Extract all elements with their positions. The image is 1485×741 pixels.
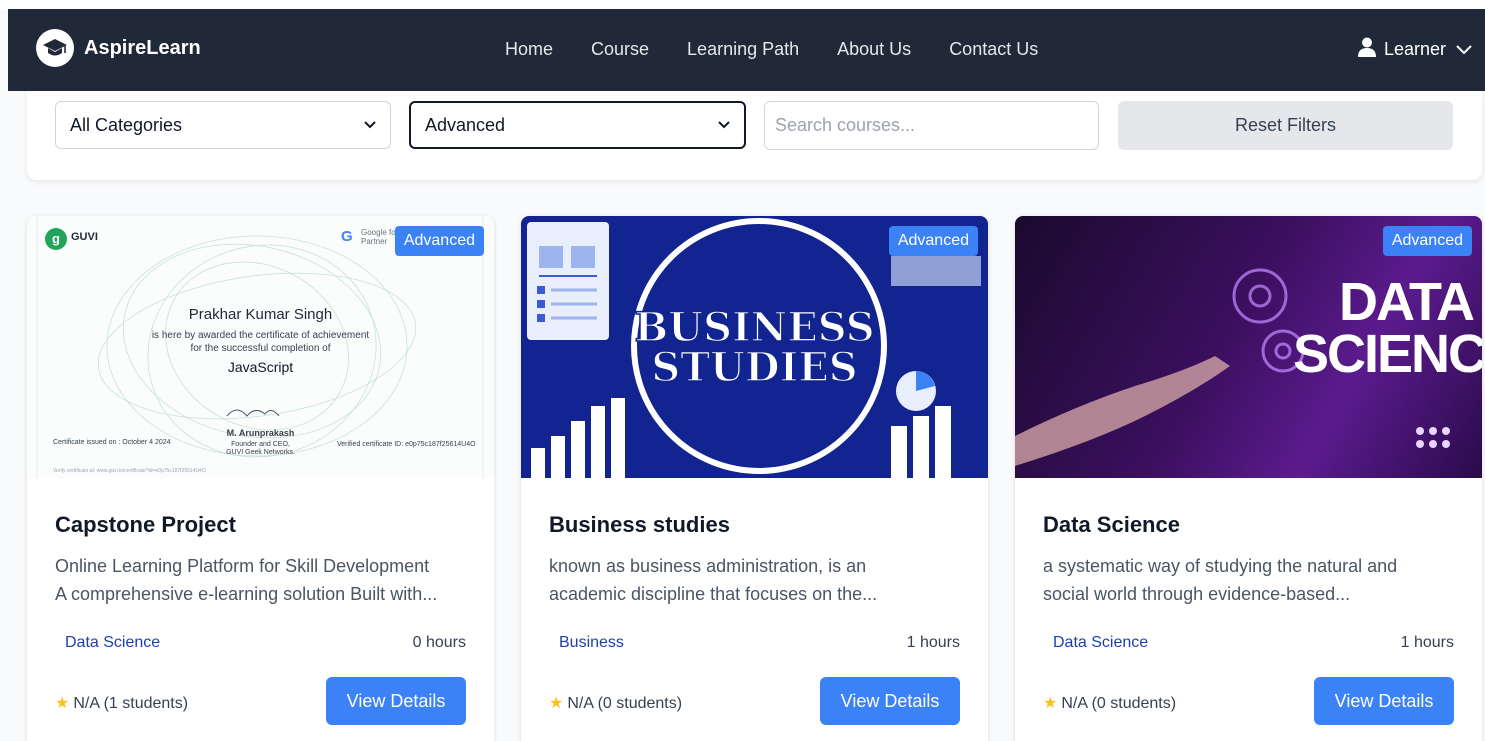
course-rating-text: N/A (0 students): [1061, 695, 1177, 712]
search-input[interactable]: [764, 101, 1099, 150]
filter-panel: All Categories Advanced Reset Filters: [27, 91, 1482, 180]
nav-home[interactable]: Home: [505, 39, 553, 60]
nav-course[interactable]: Course: [591, 39, 649, 60]
course-rating: ★ N/A (0 students): [549, 693, 682, 713]
level-badge: Advanced: [888, 226, 978, 256]
user-menu[interactable]: Learner: [1357, 37, 1472, 62]
certificate-verify-url: Verify certificate at: www.guvi.in/certi…: [53, 468, 206, 474]
level-badge: Advanced: [394, 226, 484, 256]
nav-links: Home Course Learning Path About Us Conta…: [505, 39, 1076, 60]
course-card-capstone[interactable]: g GUVI G Google for Education Partner Pr…: [27, 216, 494, 741]
course-description: a systematic way of studying the natural…: [1043, 552, 1463, 608]
certificate-signer-org: GUVI Geek Networks.: [226, 449, 295, 456]
nav-about-us[interactable]: About Us: [837, 39, 911, 60]
course-hours: 1 hours: [1400, 634, 1454, 651]
course-card-data-science[interactable]: DATA SCIENCE Advanced Data Science a sys…: [1015, 216, 1482, 741]
nav-learning-path[interactable]: Learning Path: [687, 39, 799, 60]
course-hours: 0 hours: [412, 634, 466, 651]
data-science-heading-line: SCIENCE: [1293, 324, 1482, 384]
star-icon: ★: [549, 695, 564, 712]
certificate-course: JavaScript: [227, 359, 294, 375]
business-heading: BUSINESS STUDIES: [521, 304, 988, 391]
user-icon: [1357, 37, 1376, 62]
course-description-line: Online Learning Platform for Skill Devel…: [55, 556, 430, 576]
course-category: Data Science: [1053, 634, 1149, 651]
chevron-down-icon: [718, 118, 730, 132]
level-badge: Advanced: [1382, 226, 1472, 256]
navbar: AspireLearn Home Course Learning Path Ab…: [8, 9, 1485, 91]
course-description-line: known as business administration, is an: [549, 556, 867, 576]
chevron-down-icon: [364, 118, 376, 132]
user-label: Learner: [1383, 39, 1446, 59]
category-select[interactable]: All Categories: [55, 101, 391, 149]
certificate-line-2: for the successful completion of: [190, 343, 331, 354]
course-description-line: A comprehensive e-learning solution Buil…: [55, 584, 438, 604]
data-science-heading: DATA SCIENCE: [1293, 272, 1482, 384]
guvi-logo-icon: g: [45, 228, 67, 250]
course-image-data-science: DATA SCIENCE Advanced: [1015, 216, 1482, 478]
certificate-line-1: is here by awarded the certificate of ac…: [151, 330, 370, 341]
business-heading-line: STUDIES: [651, 344, 859, 391]
course-description: Online Learning Platform for Skill Devel…: [55, 552, 475, 608]
course-title: Capstone Project: [55, 512, 236, 537]
course-description-line: social world through evidence-based...: [1043, 584, 1351, 604]
course-title: Business studies: [549, 512, 730, 537]
top-strip: [0, 0, 1485, 9]
brand-name: AspireLearn: [84, 36, 201, 59]
star-icon: ★: [1043, 695, 1058, 712]
course-rating: ★ N/A (0 students): [1043, 693, 1176, 713]
course-title: Data Science: [1043, 512, 1180, 537]
certificate-name: Prakhar Kumar Singh: [188, 306, 333, 323]
course-rating-text: N/A (0 students): [567, 695, 683, 712]
view-details-button[interactable]: View Details: [820, 677, 960, 725]
star-icon: ★: [55, 695, 70, 712]
course-image-business: BUSINESS STUDIES Advanced: [521, 216, 988, 478]
reset-filters-button[interactable]: Reset Filters: [1118, 101, 1453, 150]
nav-contact-us[interactable]: Contact Us: [949, 39, 1038, 60]
course-rating: ★ N/A (1 students): [55, 693, 188, 713]
certificate-issued: Certificate issued on : October 4 2024: [53, 439, 171, 446]
brand[interactable]: AspireLearn: [36, 29, 201, 67]
course-image-certificate: g GUVI G Google for Education Partner Pr…: [27, 216, 494, 478]
level-select[interactable]: Advanced: [409, 101, 746, 149]
course-description-line: academic discipline that focuses on the.…: [549, 584, 878, 604]
chevron-down-icon: [1456, 39, 1472, 60]
google-logo-icon: G: [341, 228, 353, 245]
certificate-verified-id: Verified certificate ID: e0p75c187f25614…: [337, 441, 476, 448]
course-category: Data Science: [65, 634, 161, 651]
view-details-button[interactable]: View Details: [1314, 677, 1454, 725]
certificate-signer: M. Arunprakash: [226, 428, 295, 438]
course-card-business[interactable]: BUSINESS STUDIES Advanced Business studi…: [521, 216, 988, 741]
data-science-heading-line: DATA: [1339, 272, 1475, 332]
graduation-cap-icon: [36, 29, 74, 67]
business-heading-line: BUSINESS: [634, 304, 876, 351]
view-details-button[interactable]: View Details: [326, 677, 466, 725]
course-description-line: a systematic way of studying the natural…: [1043, 556, 1398, 576]
category-select-value: All Categories: [70, 114, 183, 135]
course-rating-text: N/A (1 students): [73, 695, 189, 712]
course-description: known as business administration, is an …: [549, 552, 969, 608]
guvi-text: GUVI: [71, 231, 98, 243]
course-hours: 1 hours: [906, 634, 960, 651]
level-select-value: Advanced: [425, 114, 506, 135]
course-category: Business: [559, 634, 624, 651]
